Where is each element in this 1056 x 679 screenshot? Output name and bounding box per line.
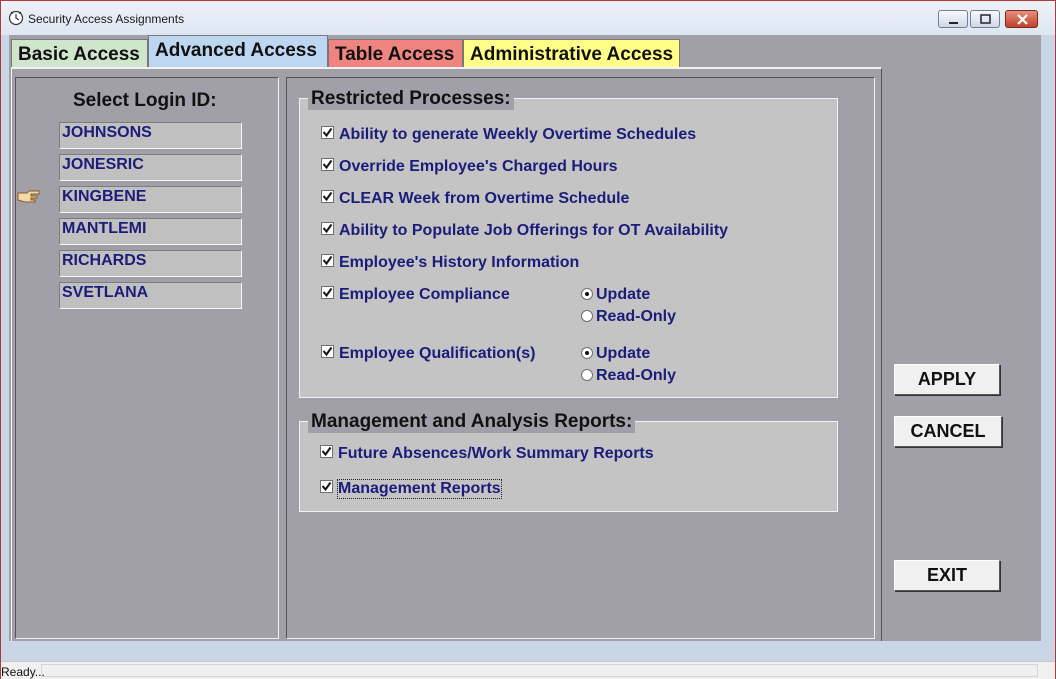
radio-label: Update xyxy=(596,345,651,362)
cancel-button[interactable]: CANCEL xyxy=(894,416,1002,447)
tab-advanced-access[interactable]: Advanced Access xyxy=(148,35,328,67)
radio-button[interactable] xyxy=(581,369,593,381)
login-item-richards[interactable]: RICHARDS xyxy=(59,250,242,277)
status-bar: Ready... xyxy=(1,661,1055,679)
checkbox[interactable] xyxy=(320,445,333,458)
tab-administrative-access[interactable]: Administrative Access xyxy=(463,39,680,69)
restricted-processes-title: Restricted Processes: xyxy=(308,88,514,110)
checkbox-label: Override Employee's Charged Hours xyxy=(339,158,618,175)
checkbox[interactable] xyxy=(321,345,334,358)
checkbox[interactable] xyxy=(320,480,333,493)
checkbox-label: Ability to generate Weekly Overtime Sche… xyxy=(339,126,697,143)
login-item-kingbene[interactable]: KINGBENE xyxy=(59,186,242,213)
tab-table-access[interactable]: Table Access xyxy=(328,39,463,69)
radio-label: Read-Only xyxy=(596,308,677,325)
checkbox[interactable] xyxy=(321,254,334,267)
apply-button[interactable]: APPLY xyxy=(894,364,1000,395)
minimize-icon xyxy=(949,22,958,24)
clock-icon xyxy=(8,10,24,26)
checkbox-label: CLEAR Week from Overtime Schedule xyxy=(339,190,630,207)
login-item-svetlana[interactable]: SVETLANA xyxy=(59,282,242,309)
checkbox[interactable] xyxy=(321,158,334,171)
close-button[interactable] xyxy=(1005,10,1038,28)
client-area: Basic Access Table Access Administrative… xyxy=(9,35,1041,641)
checkbox-label: Management Reports xyxy=(337,479,502,499)
window-title: Security Access Assignments xyxy=(28,12,185,26)
status-pane xyxy=(41,664,1038,677)
radio-label: Update xyxy=(596,286,651,303)
checkmark-icon xyxy=(322,255,333,266)
checkbox-label: Employee Qualification(s) xyxy=(339,345,536,362)
login-item-jonesric[interactable]: JONESRIC xyxy=(59,154,242,181)
radio-label: Read-Only xyxy=(596,367,677,384)
status-text: Ready... xyxy=(1,665,45,679)
checkbox[interactable] xyxy=(321,190,334,203)
checkbox[interactable] xyxy=(321,126,334,139)
radio-button[interactable] xyxy=(581,310,593,322)
checkmark-icon xyxy=(322,159,333,170)
checkbox-label: Future Absences/Work Summary Reports xyxy=(338,445,654,462)
checkmark-icon xyxy=(322,223,333,234)
maximize-button[interactable] xyxy=(970,10,1000,28)
checkbox-label: Ability to Populate Job Offerings for OT… xyxy=(339,222,729,239)
radio-button[interactable] xyxy=(581,347,593,359)
tab-basic-access[interactable]: Basic Access xyxy=(11,39,148,69)
action-panel xyxy=(882,67,1041,641)
close-icon xyxy=(1017,14,1028,25)
checkmark-icon xyxy=(322,346,333,357)
security-access-window: Security Access Assignments Basic Access… xyxy=(0,0,1056,679)
login-item-johnsons[interactable]: JOHNSONS xyxy=(59,122,242,149)
checkmark-icon xyxy=(321,481,332,492)
radio-button[interactable] xyxy=(581,288,593,300)
checkbox-label: Employee Compliance xyxy=(339,286,510,303)
title-bar: Security Access Assignments xyxy=(1,1,1055,35)
restore-icon xyxy=(980,14,991,24)
checkbox-label: Employee's History Information xyxy=(339,254,580,271)
checkbox[interactable] xyxy=(321,286,334,299)
checkmark-icon xyxy=(322,287,333,298)
login-id-list: JOHNSONS JONESRIC KINGBENE MANTLEMI RICH… xyxy=(59,122,242,314)
management-reports-title: Management and Analysis Reports: xyxy=(308,411,636,433)
login-heading: Select Login ID: xyxy=(73,90,217,111)
checkmark-icon xyxy=(322,191,333,202)
minimize-button[interactable] xyxy=(938,10,968,28)
checkmark-icon xyxy=(322,127,333,138)
management-reports-group xyxy=(299,421,838,512)
checkbox[interactable] xyxy=(321,222,334,235)
login-item-mantlemi[interactable]: MANTLEMI xyxy=(59,218,242,245)
pointing-hand-icon xyxy=(17,190,40,203)
checkmark-icon xyxy=(321,446,332,457)
exit-button[interactable]: EXIT xyxy=(894,560,1000,591)
